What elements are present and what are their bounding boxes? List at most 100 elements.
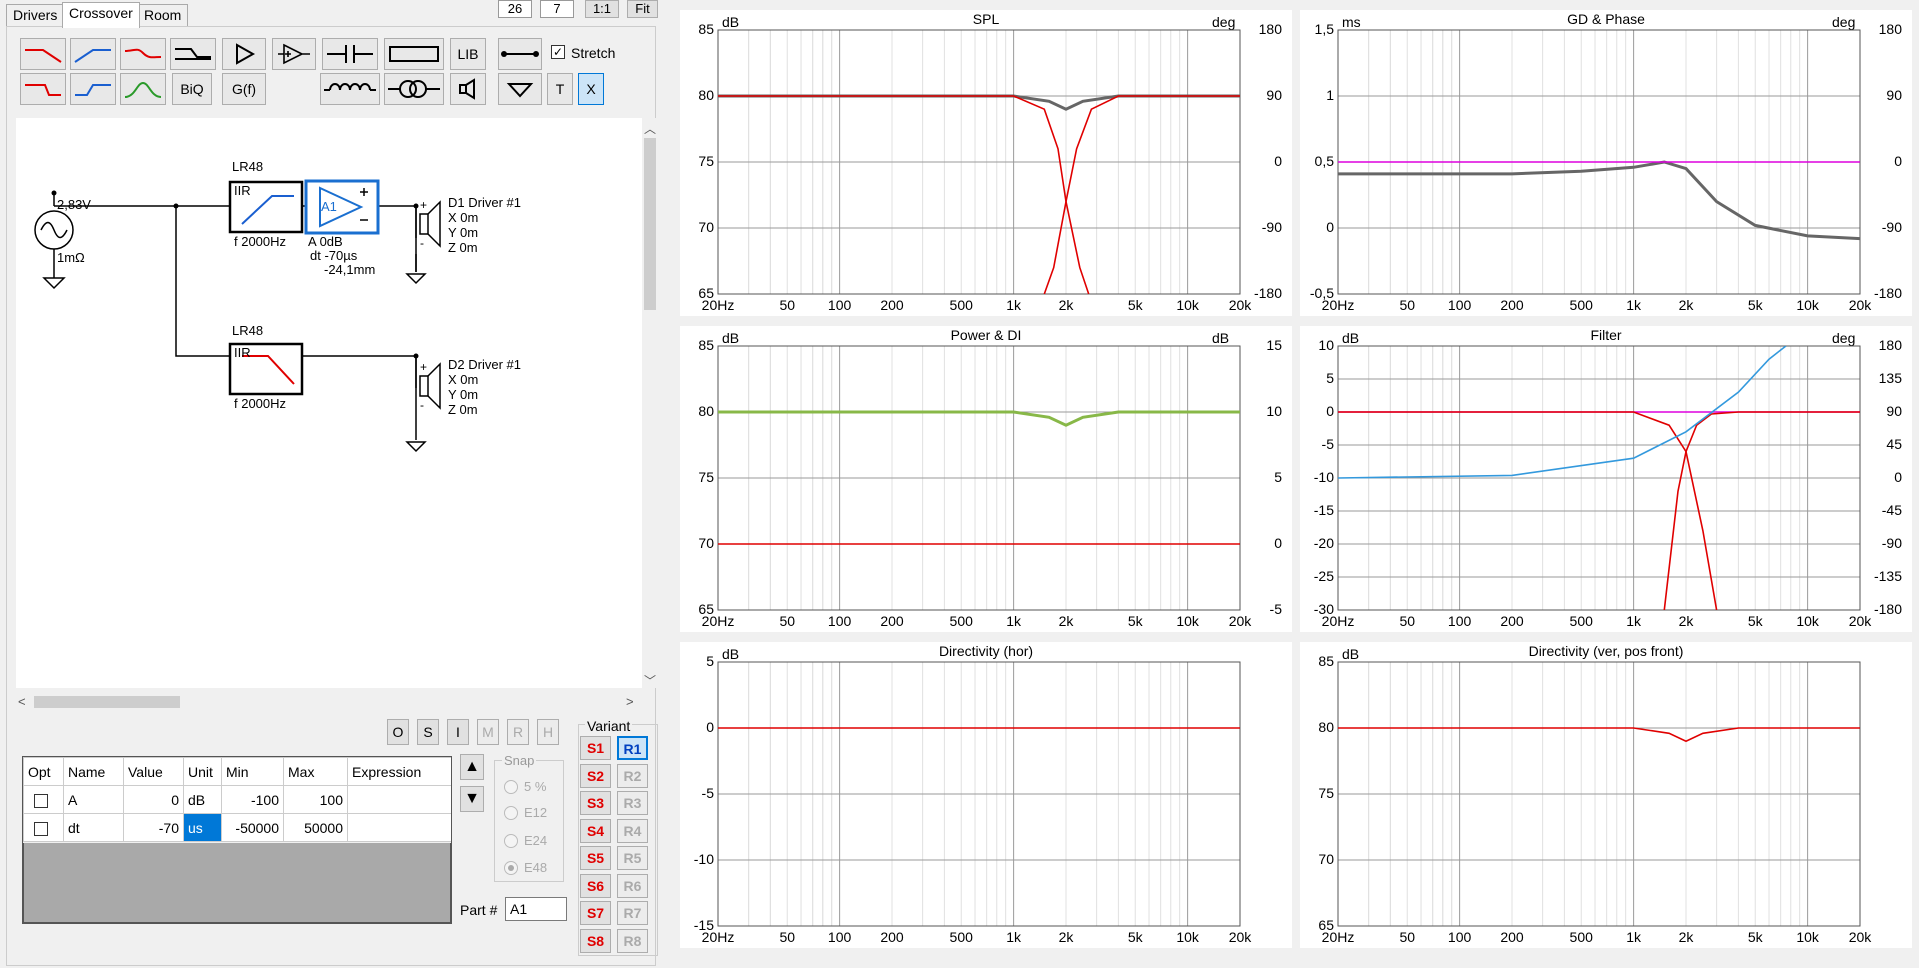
chart-0[interactable]: SPL dB deg 85 80 75 70 65 180 90 0 -90 -180 20Hz 50 100… <box>680 10 1292 316</box>
mode-h-button[interactable]: H <box>537 719 559 745</box>
variant-r7-button[interactable]: R7 <box>617 901 648 925</box>
mode-s-button[interactable]: S <box>417 719 439 745</box>
y-tick-label: -10 <box>1313 469 1334 485</box>
variant-r3-button[interactable]: R3 <box>617 791 648 815</box>
x-button[interactable]: X <box>578 73 604 105</box>
inductor-icon[interactable] <box>320 73 380 105</box>
opt-checkbox[interactable] <box>34 793 48 808</box>
library-button[interactable]: LIB <box>450 38 486 70</box>
part-number-input[interactable]: A1 <box>505 897 567 921</box>
zoom-fit-button[interactable]: Fit <box>627 0 658 18</box>
opt-checkbox[interactable] <box>34 821 48 836</box>
variant-r6-button[interactable]: R6 <box>617 873 648 898</box>
table-row[interactable]: A 0 dB -100 100 <box>23 785 452 814</box>
highpass-2-icon[interactable] <box>70 73 116 105</box>
param-min[interactable]: -50000 <box>221 813 284 842</box>
snap-e48-radio[interactable] <box>504 861 518 875</box>
lowpass-icon[interactable] <box>20 38 66 70</box>
driver1-plus: + <box>420 198 428 212</box>
t-button[interactable]: T <box>547 73 573 105</box>
variant-s7-button[interactable]: S7 <box>580 901 611 925</box>
biquad-button[interactable]: BiQ <box>172 73 212 105</box>
variant-s1-button[interactable]: S1 <box>580 736 611 760</box>
amplifier-icon[interactable] <box>222 38 266 70</box>
param-expression[interactable] <box>347 785 452 814</box>
param-max[interactable]: 50000 <box>283 813 348 842</box>
variant-s4-button[interactable]: S4 <box>580 818 611 843</box>
scroll-up-icon[interactable]: ︿ <box>643 120 657 137</box>
scroll-left-icon[interactable]: < <box>18 694 26 709</box>
x-tick-label: 10k <box>1796 929 1819 945</box>
param-name[interactable]: A <box>63 785 124 814</box>
chart-2[interactable]: Power & DI dB dB 85 80 75 70 65 15 10 5 0 -5 20Hz 50 10… <box>680 326 1292 632</box>
snap-e12-radio[interactable] <box>504 806 518 820</box>
mode-m-button[interactable]: M <box>477 719 499 745</box>
chart-3[interactable]: Filter dB deg 10 5 0 -5 -10 -15 -20 -25 -30 180 135 90… <box>1300 326 1912 632</box>
param-min[interactable]: -100 <box>221 785 284 814</box>
variant-s3-button[interactable]: S3 <box>580 791 611 815</box>
snap-5pct-radio[interactable] <box>504 780 518 794</box>
schematic-hscrollbar[interactable]: < > <box>16 694 642 710</box>
vscroll-thumb[interactable] <box>644 138 656 310</box>
param-value[interactable]: 0 <box>123 785 184 814</box>
opt-checkbox-cell[interactable] <box>23 813 64 842</box>
variant-r1-button[interactable]: R1 <box>617 736 648 760</box>
resistor-icon[interactable] <box>384 38 444 70</box>
y-tick-label: 5 <box>1326 370 1334 386</box>
param-name[interactable]: dt <box>63 813 124 842</box>
variant-r4-button[interactable]: R4 <box>617 818 648 843</box>
hscroll-thumb[interactable] <box>34 696 180 708</box>
param-max[interactable]: 100 <box>283 785 348 814</box>
stretch-checkbox[interactable]: ✓ <box>551 45 565 59</box>
mode-i-button[interactable]: I <box>447 719 469 745</box>
table-row[interactable]: dt -70 us -50000 50000 <box>23 813 452 842</box>
opt-checkbox-cell[interactable] <box>23 785 64 814</box>
tab-crossover[interactable]: Crossover <box>62 2 140 28</box>
mode-o-button[interactable]: O <box>387 719 409 745</box>
param-expression[interactable] <box>347 813 452 842</box>
speaker-icon[interactable] <box>450 73 486 105</box>
variant-s8-button[interactable]: S8 <box>580 928 611 953</box>
x-tick-label: 2k <box>1678 297 1694 313</box>
variant-s2-button[interactable]: S2 <box>580 763 611 788</box>
bandpass-icon[interactable] <box>120 73 166 105</box>
y2-tick-label: 180 <box>1258 21 1282 37</box>
schematic-canvas[interactable]: 2,83V 1mΩ LR48 IIR f 2000Hz A1 A 0dB dt … <box>16 118 642 688</box>
variant-r2-button[interactable]: R2 <box>617 763 648 788</box>
schematic-vscrollbar[interactable]: ︿ ﹀ <box>642 118 658 688</box>
param-unit[interactable]: dB <box>183 785 222 814</box>
zoom-1-1-button[interactable]: 1:1 <box>585 0 619 18</box>
chart-5[interactable]: Directivity (ver, pos front) dB 85 80 75 70 65… <box>1300 642 1912 948</box>
variant-r8-button[interactable]: R8 <box>617 928 648 953</box>
variant-s6-button[interactable]: S6 <box>580 873 611 898</box>
ground-icon[interactable] <box>498 73 542 105</box>
mode-r-button[interactable]: R <box>507 719 529 745</box>
scroll-down-icon[interactable]: ﹀ <box>643 672 657 689</box>
y2-tick-label: 0 <box>1894 469 1902 485</box>
shelf-icon[interactable] <box>170 38 216 70</box>
wire-icon[interactable] <box>498 38 542 70</box>
tab-room[interactable]: Room <box>137 4 189 26</box>
chart-1[interactable]: GD & Phase ms deg 1,5 1 0,5 0 -0,5 180 90 0 -90 -180… <box>1300 10 1912 316</box>
capacitor-icon[interactable] <box>322 38 378 70</box>
param-value[interactable]: -70 <box>123 813 184 842</box>
snap-e24-radio[interactable] <box>504 834 518 848</box>
x-tick-label: 50 <box>779 929 796 945</box>
tab-drivers[interactable]: Drivers <box>6 4 65 26</box>
grid-y-field[interactable]: 7 <box>540 0 574 18</box>
highpass-icon[interactable] <box>70 38 116 70</box>
transformer-icon[interactable] <box>384 73 444 105</box>
allpass-icon[interactable] <box>120 38 166 70</box>
move-up-button[interactable]: ▲ <box>460 754 484 780</box>
variant-r5-button[interactable]: R5 <box>617 846 648 870</box>
param-unit[interactable]: us <box>183 813 222 842</box>
buffer-icon[interactable] <box>272 38 316 70</box>
grid-x-field[interactable]: 26 <box>498 0 532 18</box>
variant-s5-button[interactable]: S5 <box>580 846 611 870</box>
scroll-right-icon[interactable]: > <box>626 694 634 709</box>
lowpass-2-icon[interactable] <box>20 73 66 105</box>
chart-4[interactable]: Directivity (hor) dB 5 0 -5 -10 -15 20Hz 50 100 20… <box>680 642 1292 948</box>
y-tick-label: -5 <box>701 785 714 801</box>
move-down-button[interactable]: ▼ <box>460 786 484 812</box>
transfer-function-button[interactable]: G(f) <box>222 73 266 105</box>
